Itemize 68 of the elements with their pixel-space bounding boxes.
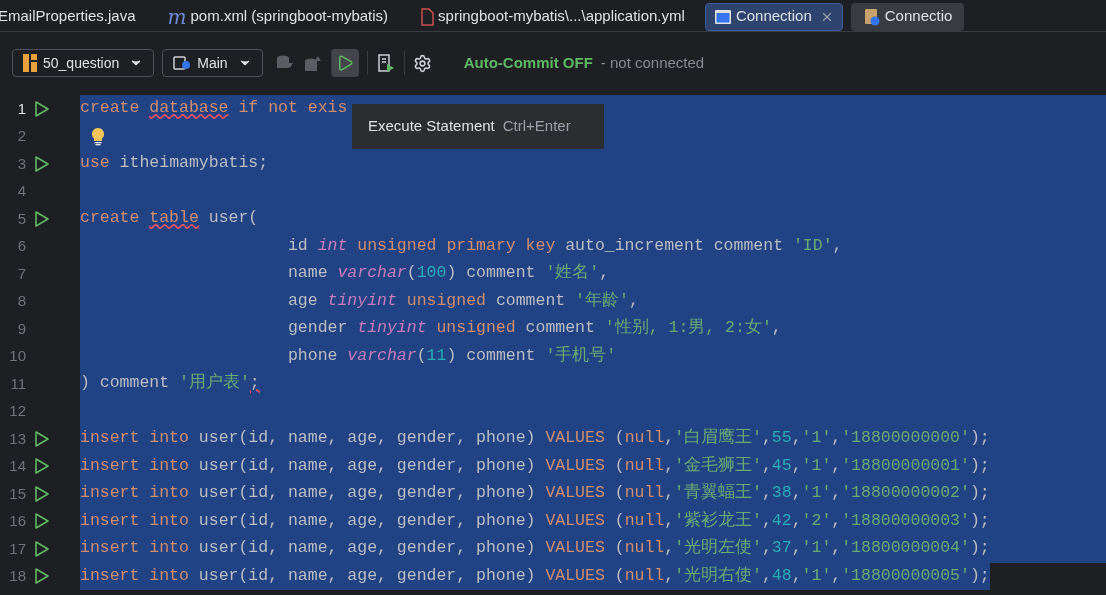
code-line: name varchar(100) comment '姓名',	[286, 262, 610, 285]
yaml-file-icon	[420, 7, 435, 26]
line-number: 14	[8, 456, 26, 476]
run-icon[interactable]	[34, 512, 50, 531]
editor-tab[interactable]: Connectio	[850, 2, 965, 31]
run-file-icon[interactable]	[375, 53, 396, 73]
code-line: id int unsigned primary key auto_increment comment 'ID',	[286, 234, 843, 257]
editor-tab[interactable]: EmailProperties.java	[0, 2, 148, 31]
connection-status: - not connected	[600, 52, 705, 73]
tooltip-label: Execute Statement	[368, 116, 495, 137]
line-number: 9	[16, 318, 26, 339]
line-number: 16	[8, 511, 26, 531]
line-number: 12	[8, 401, 26, 421]
auto-commit-status[interactable]: Auto-Commit OFF	[463, 51, 593, 75]
code-line: insert into user(id, name, age, gender, phone) VALUES (null,'金毛狮王',45,'1','18800000001');	[80, 454, 990, 477]
lightbulb-icon[interactable]	[91, 126, 105, 146]
run-icon[interactable]	[34, 154, 50, 173]
code-line: insert into user(id, name, age, gender, phone) VALUES (null,'光明左使',37,'1','18800000004');	[80, 537, 990, 560]
line-number: 18	[8, 566, 26, 586]
code-line: create table user(	[80, 207, 259, 230]
line-number: 6	[16, 236, 26, 256]
code-line: use itheimamybatis;	[80, 152, 269, 175]
datasource-dropdown[interactable]: 50_question	[12, 49, 155, 77]
run-icon[interactable]	[34, 209, 50, 228]
editor-tab[interactable]: springboot-mybatis\...\application.yml	[408, 2, 697, 31]
editor-tab[interactable]: Connection	[704, 2, 843, 31]
line-number: 3	[16, 153, 26, 174]
code-line: ) comment '用户表';	[80, 372, 260, 395]
tab-label: Connectio	[884, 6, 953, 27]
tab-label: springboot-mybatis\...\application.yml	[438, 6, 685, 27]
schema-dropdown[interactable]: Main	[162, 49, 263, 77]
line-number: 2	[16, 126, 26, 146]
code-line: insert into user(id, name, age, gender, phone) VALUES (null,'光明右使',48,'1','18800000005');	[80, 564, 990, 587]
tab-label: EmailProperties.java	[0, 6, 136, 27]
settings-icon[interactable]	[412, 53, 432, 73]
database-console-icon	[862, 7, 881, 26]
code-line: create database if not exis	[80, 97, 348, 120]
console-icon	[713, 8, 732, 25]
line-number: 4	[16, 181, 26, 201]
line-number: 10	[8, 346, 26, 366]
schema-icon	[173, 55, 192, 71]
maven-m-icon: m	[167, 6, 187, 27]
line-number: 15	[8, 483, 26, 504]
code-line: insert into user(id, name, age, gender, phone) VALUES (null,'青翼蝠王',38,'1','18800000002');	[80, 482, 990, 505]
run-icon[interactable]	[34, 457, 50, 476]
line-number: 7	[16, 263, 26, 284]
code-line: phone varchar(11) comment '手机号'	[286, 344, 617, 367]
line-number: 5	[16, 208, 26, 229]
code-line: gender tinyint unsigned comment '性别, 1:男, 2:女',	[286, 317, 782, 340]
run-icon	[336, 54, 355, 72]
tab-label: Connection	[735, 6, 812, 27]
run-icon[interactable]	[34, 484, 50, 503]
run-icon[interactable]	[34, 99, 50, 118]
line-number: 1	[16, 98, 26, 119]
line-number: 8	[16, 291, 26, 311]
database-icon	[23, 54, 37, 72]
execute-button[interactable]	[330, 49, 359, 77]
line-number: 17	[8, 538, 26, 559]
line-number: 13	[8, 428, 26, 449]
run-icon[interactable]	[34, 567, 50, 586]
line-number: 11	[9, 373, 26, 394]
code-line: age tinyint unsigned comment '年龄',	[286, 289, 639, 312]
code-line: insert into user(id, name, age, gender, phone) VALUES (null,'紫衫龙王',42,'2','18800000003');	[80, 509, 990, 532]
tooltip-shortcut: Ctrl+Enter	[502, 116, 571, 137]
run-icon[interactable]	[34, 429, 50, 448]
tab-label: pom.xml (springboot-mybatis)	[190, 6, 389, 27]
run-icon[interactable]	[34, 539, 50, 558]
code-line: insert into user(id, name, age, gender, phone) VALUES (null,'白眉鹰王',55,'1','18800000000');	[80, 427, 990, 450]
